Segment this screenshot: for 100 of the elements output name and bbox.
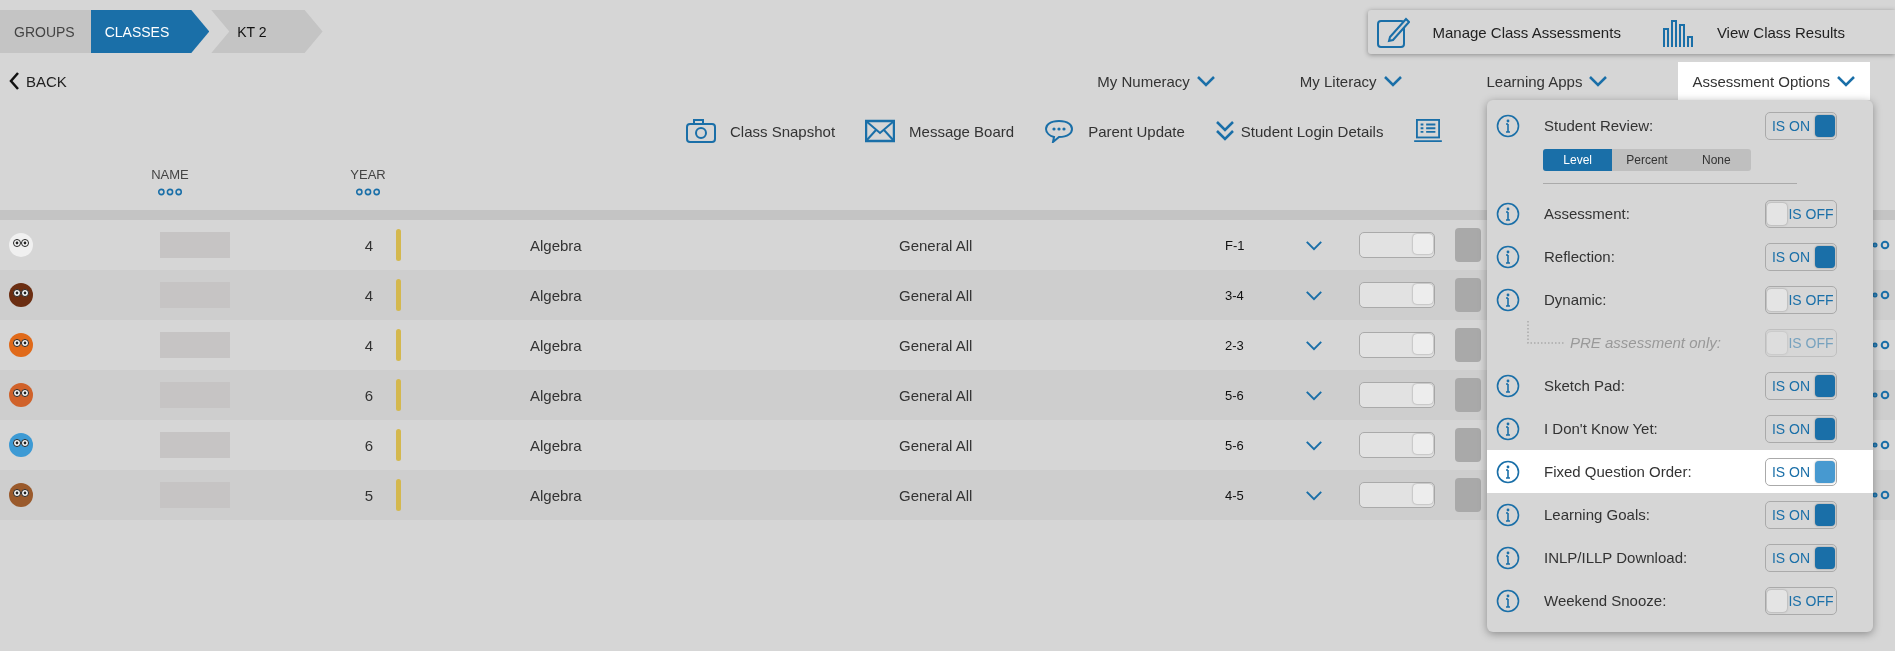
year-cell-text: 5: [363, 486, 375, 504]
breadcrumb-item[interactable]: GROUPS: [0, 10, 91, 53]
status-bar-mark: [396, 229, 401, 261]
info-icon[interactable]: [1496, 416, 1520, 441]
info-icon[interactable]: [1496, 201, 1520, 226]
more-dots-icon[interactable]: [1873, 240, 1891, 250]
segment-tab[interactable]: Percent: [1612, 149, 1682, 171]
toggle-switch[interactable]: IS ON: [1765, 111, 1837, 140]
toggle-switch[interactable]: IS OFF: [1765, 586, 1837, 615]
more-dots-icon[interactable]: [1873, 290, 1891, 300]
chevron-down-icon[interactable]: [1588, 75, 1609, 87]
toggle-switch[interactable]: IS ON: [1765, 457, 1837, 486]
chevron-down-icon[interactable]: [1836, 75, 1856, 87]
chevron-down-icon[interactable]: [1305, 489, 1323, 501]
toolbar-link[interactable]: Parent Update: [1088, 122, 1185, 140]
subject-cell-text: Algebra: [530, 286, 583, 304]
option-label: Fixed Question Order:: [1544, 463, 1693, 480]
subject-cell-text: Algebra: [530, 386, 583, 404]
toggle-switch[interactable]: [1359, 232, 1435, 258]
chevron-down-icon[interactable]: [1305, 239, 1323, 251]
info-icon[interactable]: [1496, 459, 1520, 484]
subject-cell-text: Algebra: [530, 336, 583, 354]
checklist-laptop-icon[interactable]: [1413, 119, 1444, 143]
year-cell-text: 6: [363, 436, 375, 454]
toggle-switch[interactable]: IS ON: [1765, 371, 1837, 400]
status-bar-mark: [396, 379, 401, 411]
camera-icon[interactable]: [686, 119, 716, 143]
chat-bubble-icon[interactable]: [1044, 119, 1075, 143]
option-label: Reflection:: [1544, 248, 1616, 265]
segment-tab[interactable]: Level: [1543, 149, 1613, 171]
toggle-switch[interactable]: [1359, 382, 1435, 408]
option-label: Learning Goals:: [1544, 506, 1651, 523]
segment-tab[interactable]: None: [1681, 149, 1751, 171]
info-icon[interactable]: [1496, 287, 1520, 312]
level-range-cell-text: 2-3: [1225, 337, 1245, 353]
action-link[interactable]: Manage Class Assessments: [1432, 23, 1621, 41]
info-icon[interactable]: [1496, 113, 1520, 138]
info-icon[interactable]: [1496, 244, 1520, 269]
chevron-left-icon[interactable]: [8, 71, 20, 91]
toggle-switch[interactable]: IS ON: [1765, 414, 1837, 443]
info-icon[interactable]: [1496, 588, 1520, 613]
toggle-switch[interactable]: [1359, 282, 1435, 308]
chevron-down-icon[interactable]: [1305, 439, 1323, 451]
sort-dots-icon[interactable]: [157, 187, 183, 196]
toggle-switch[interactable]: [1359, 432, 1435, 458]
level-range-cell-text: 3-4: [1225, 287, 1245, 303]
chevron-down-icon[interactable]: [1382, 75, 1403, 87]
chevron-down-icon[interactable]: [1195, 75, 1216, 87]
option-label: I Don't Know Yet:: [1544, 420, 1659, 437]
toggle-switch[interactable]: IS OFF: [1765, 199, 1837, 228]
more-dots-icon[interactable]: [1873, 490, 1891, 500]
year-cell-text: 4: [363, 336, 375, 354]
back-button[interactable]: BACK: [0, 71, 67, 91]
option-label: Sketch Pad:: [1544, 377, 1626, 394]
chevron-down-icon[interactable]: [1305, 389, 1323, 401]
group-cell-text: General All: [899, 386, 974, 404]
toggle-switch[interactable]: [1359, 332, 1435, 358]
option-label: Weekend Snooze:: [1544, 592, 1668, 609]
toolbar-link[interactable]: Class Snapshot: [730, 122, 836, 140]
level-range-cell-text: F-1: [1225, 237, 1246, 253]
toolbar-link[interactable]: Message Board: [909, 122, 1015, 140]
group-cell-text: General All: [899, 486, 974, 504]
toggle-switch[interactable]: [1359, 482, 1435, 508]
level-range-cell-text: 4-5: [1225, 487, 1245, 503]
column-header: YEAR: [350, 166, 386, 182]
menu-dropdown[interactable]: My Literacy: [1285, 62, 1417, 100]
more-dots-icon[interactable]: [1873, 440, 1891, 450]
status-bar-mark: [396, 329, 401, 361]
group-cell-text: General All: [899, 236, 974, 254]
more-dots-icon[interactable]: [1873, 390, 1891, 400]
double-chevron-icon[interactable]: [1214, 120, 1235, 142]
toggle-switch[interactable]: IS ON: [1765, 500, 1837, 529]
info-icon[interactable]: [1496, 373, 1520, 398]
option-label: Student Review:: [1544, 117, 1655, 134]
subject-cell-text: Algebra: [530, 236, 583, 254]
pencil-square-icon[interactable]: [1376, 15, 1411, 49]
envelope-icon[interactable]: [865, 119, 896, 143]
chevron-down-icon[interactable]: [1305, 339, 1323, 351]
sort-dots-icon[interactable]: [355, 187, 381, 196]
info-icon[interactable]: [1496, 502, 1520, 527]
option-label: Assessment:: [1544, 205, 1631, 222]
menu-dropdown[interactable]: Assessment Options: [1678, 62, 1870, 100]
dotted-connector-icon: [1526, 320, 1566, 345]
toggle-switch[interactable]: IS ON: [1765, 242, 1837, 271]
menu-dropdown[interactable]: My Numeracy: [1083, 62, 1230, 100]
column-header: NAME: [151, 166, 189, 182]
more-dots-icon[interactable]: [1873, 340, 1891, 350]
toggle-switch[interactable]: IS ON: [1765, 543, 1837, 572]
toolbar-link[interactable]: Student Login Details: [1240, 122, 1384, 140]
menu-dropdown[interactable]: Learning Apps: [1472, 62, 1623, 100]
action-link[interactable]: View Class Results: [1716, 23, 1845, 41]
level-range-cell-text: 5-6: [1225, 437, 1245, 453]
info-icon[interactable]: [1496, 545, 1520, 570]
breadcrumb-item[interactable]: KT 2: [211, 10, 323, 53]
year-cell-text: 6: [363, 386, 375, 404]
toggle-switch[interactable]: IS OFF: [1765, 285, 1837, 314]
breadcrumb-item[interactable]: CLASSES: [90, 10, 210, 53]
year-cell-text: 4: [363, 236, 375, 254]
chevron-down-icon[interactable]: [1305, 289, 1323, 301]
status-bar-mark: [396, 429, 401, 461]
